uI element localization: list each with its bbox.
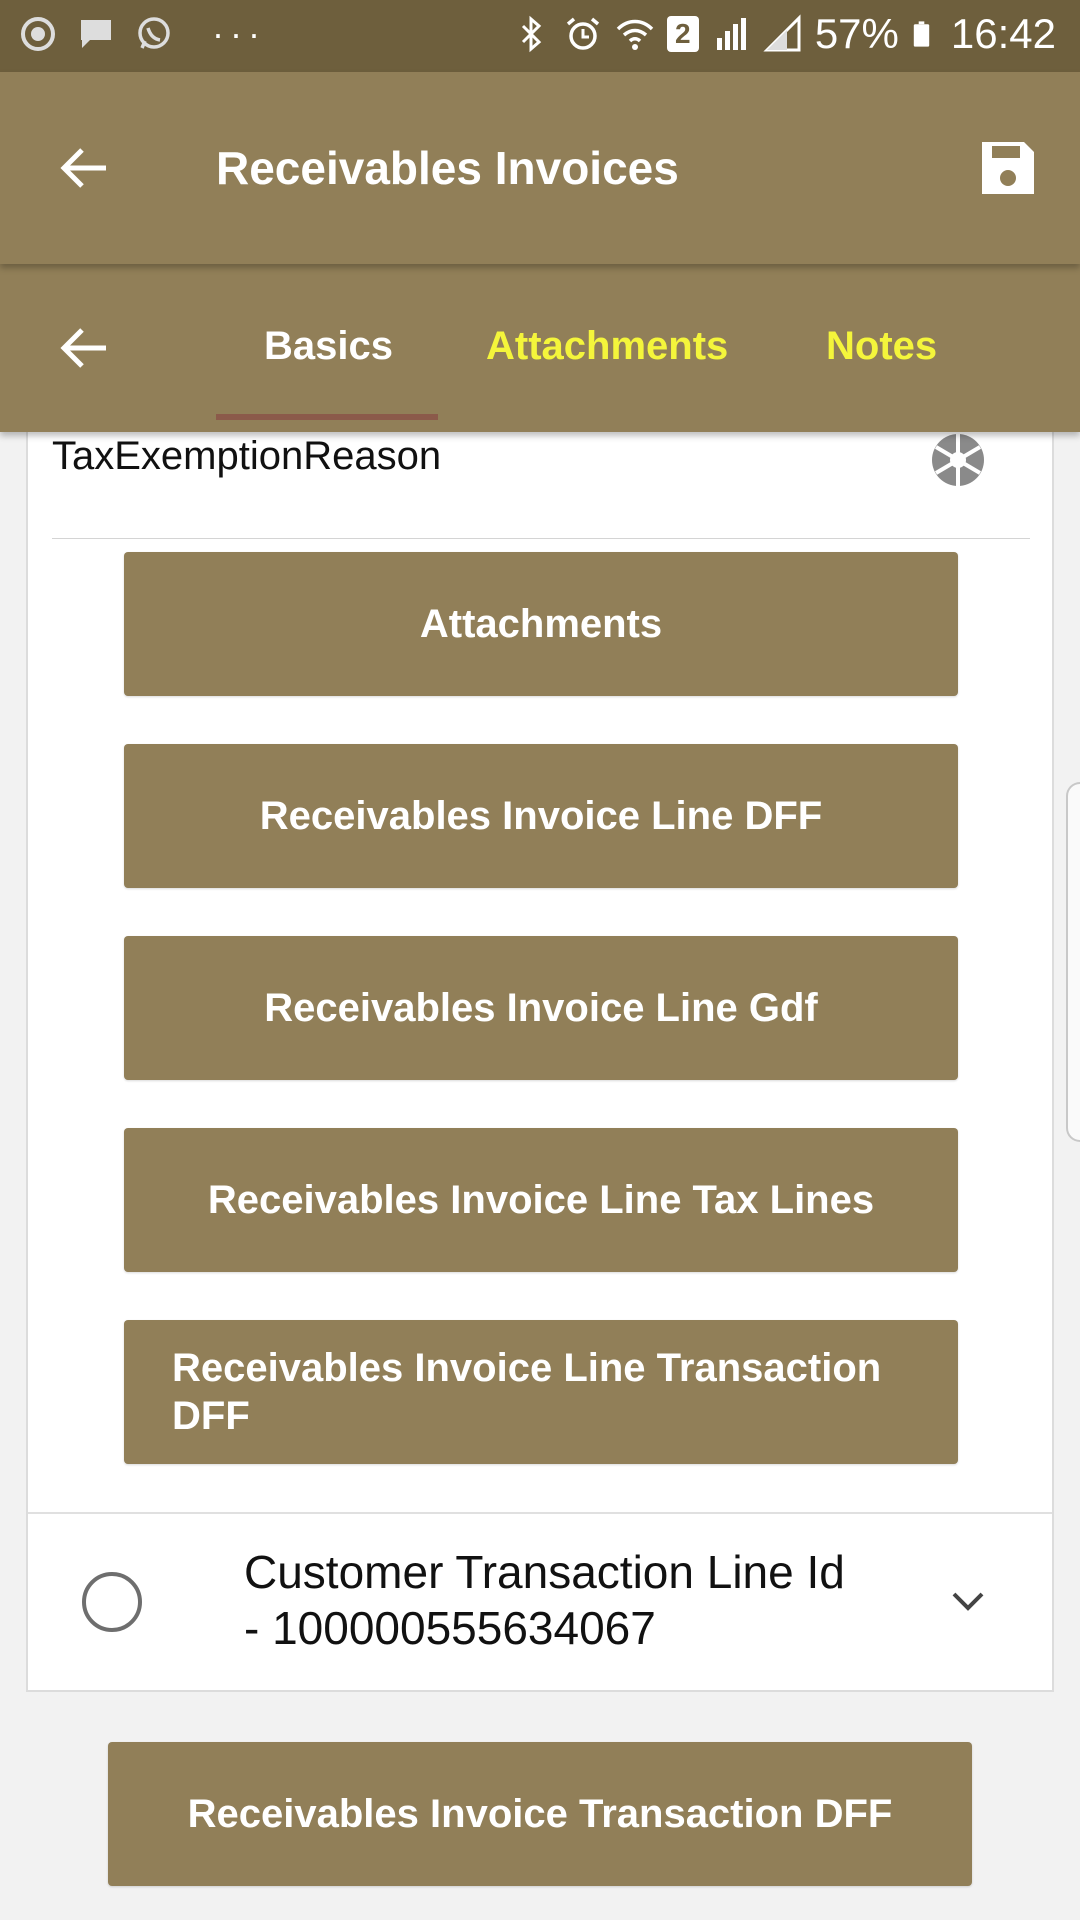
customer-transaction-line-id: Customer Transaction Line Id - 100000555… xyxy=(244,1544,845,1656)
system-icons: 2 57% 16:42 xyxy=(511,10,1056,58)
row-title: Customer Transaction Line Id xyxy=(244,1546,845,1598)
signal-icon xyxy=(716,18,746,50)
wifi-icon xyxy=(616,19,654,50)
aperture-icon[interactable] xyxy=(928,430,988,490)
save-icon[interactable] xyxy=(978,138,1038,198)
whatsapp-icon xyxy=(138,17,170,49)
battery-percent: 57% xyxy=(814,10,899,57)
invoice-line-dff-button[interactable]: Receivables Invoice Line DFF xyxy=(124,744,958,888)
chevron-down-icon[interactable] xyxy=(948,1582,988,1622)
message-icon xyxy=(81,20,111,48)
page-title: Receivables Invoices xyxy=(216,142,679,194)
row-select-radio[interactable] xyxy=(82,1572,142,1632)
line-detail-card: TaxExemptionReason Attachments Receivabl… xyxy=(26,420,1054,1692)
sim-badge: 2 xyxy=(666,16,699,52)
status-bar: ··· 2 57% 16:42 xyxy=(0,0,1080,72)
divider xyxy=(52,538,1030,539)
scroll-edge-handle[interactable] xyxy=(1066,782,1080,1142)
invoice-line-gdf-button[interactable]: Receivables Invoice Line Gdf xyxy=(124,936,958,1080)
attachments-button[interactable]: Attachments xyxy=(124,552,958,696)
signal-outline-icon xyxy=(763,14,801,52)
app-bar: Receivables Invoices xyxy=(0,72,1080,264)
row-value: - 100000555634067 xyxy=(244,1602,656,1654)
tab-bar: Basics Attachments Notes xyxy=(0,264,1080,432)
notification-icons: ··· xyxy=(18,14,266,54)
tab-back-arrow-icon[interactable] xyxy=(56,320,112,376)
tab-notes[interactable]: Notes xyxy=(826,316,937,376)
battery-icon xyxy=(913,21,930,47)
invoice-line-tax-lines-button[interactable]: Receivables Invoice Line Tax Lines xyxy=(124,1128,958,1272)
invoice-transaction-dff-button[interactable]: Receivables Invoice Transaction DFF xyxy=(108,1742,972,1886)
tab-attachments[interactable]: Attachments xyxy=(486,316,728,376)
more-notifications-icon: ··· xyxy=(212,13,266,54)
tab-basics[interactable]: Basics xyxy=(264,316,393,376)
tax-exemption-reason-label: TaxExemptionReason xyxy=(52,434,442,478)
play-circle-icon xyxy=(21,17,55,51)
alarm-icon xyxy=(566,17,599,50)
bluetooth-icon xyxy=(521,15,542,53)
active-tab-indicator xyxy=(216,414,438,420)
back-arrow-icon[interactable] xyxy=(56,140,112,196)
invoice-line-transaction-dff-button[interactable]: Receivables Invoice Line Transaction DFF xyxy=(124,1320,958,1464)
clock: 16:42 xyxy=(950,10,1056,57)
row-divider xyxy=(28,1512,1052,1514)
